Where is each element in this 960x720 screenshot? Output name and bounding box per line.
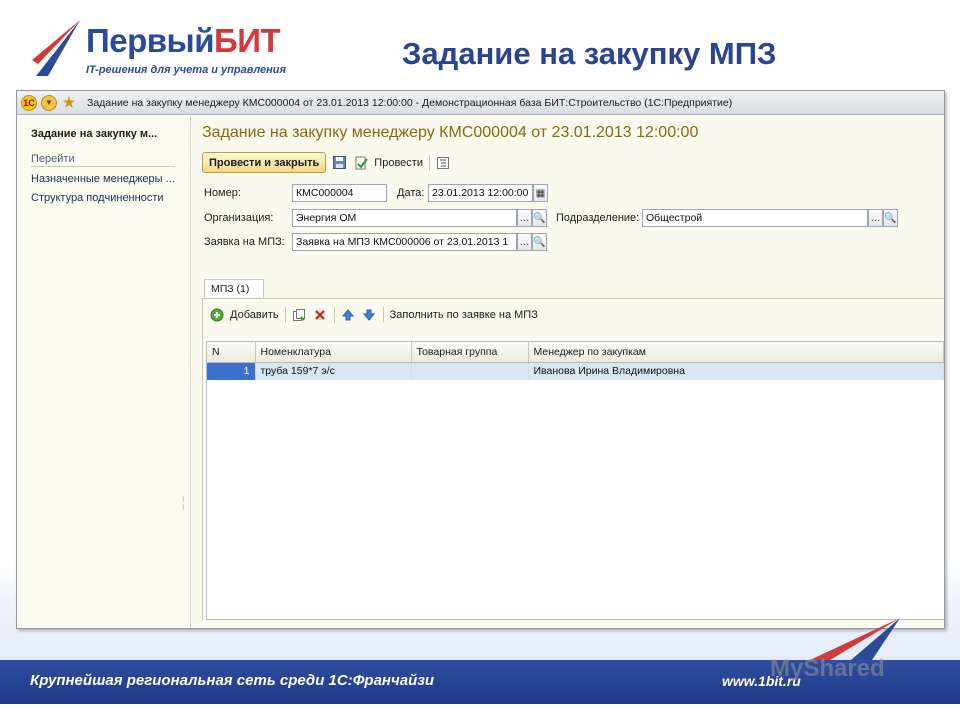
date-field[interactable]: 23.01.2013 12:00:00	[428, 184, 533, 202]
toolbar-separator	[382, 307, 384, 323]
request-label: Заявка на МПЗ:	[204, 236, 285, 248]
window-title: Задание на закупку менеджеру КМС000004 о…	[87, 96, 733, 109]
delete-icon[interactable]	[313, 308, 328, 323]
save-icon[interactable]	[332, 155, 347, 170]
panel-splitter-handle[interactable]: ⁝ ⁝	[182, 496, 185, 512]
dropdown-menu-icon[interactable]: ▼	[41, 94, 57, 111]
request-search-icon[interactable]: 🔍	[532, 233, 547, 251]
tab-mpz[interactable]: МПЗ (1)	[204, 279, 264, 298]
organization-search-icon[interactable]: 🔍	[532, 209, 547, 227]
organization-label: Организация:	[204, 212, 274, 224]
sail-logo-icon	[32, 20, 80, 76]
department-select-icon[interactable]: …	[868, 209, 883, 227]
footer-tagline: Крупнейшая региональная сеть среди 1С:Фр…	[30, 672, 435, 689]
organization-select-icon[interactable]: …	[517, 209, 532, 227]
add-button[interactable]: Добавить	[230, 309, 279, 321]
column-header-number[interactable]: N	[207, 342, 256, 363]
post-and-close-button[interactable]: Провести и закрыть	[202, 152, 327, 173]
table-header: N Номенклатура Товарная группа Менеджер …	[207, 342, 944, 363]
slide-title: Задание на закупку МПЗ	[402, 36, 777, 71]
number-label: Номер:	[204, 187, 241, 199]
request-field[interactable]: Заявка на МПЗ КМС000006 от 23.01.2013 1	[292, 233, 517, 251]
logo-tagline: IT-решения для учета и управления	[86, 64, 286, 76]
column-header-nomenclature[interactable]: Номенклатура	[255, 342, 412, 363]
navigation-panel: Задание на закупку м... Перейти Назначен…	[17, 116, 191, 628]
add-icon[interactable]	[209, 308, 224, 323]
document-form: Задание на закупку менеджеру КМС000004 о…	[192, 116, 944, 628]
column-header-product-group[interactable]: Товарная группа	[411, 342, 529, 363]
cell-nomenclature[interactable]: труба 159*7 э/с	[255, 362, 412, 380]
move-down-icon[interactable]	[362, 308, 377, 323]
nav-current-item[interactable]: Задание на закупку м...	[31, 128, 157, 140]
form-title: Задание на закупку менеджеру КМС000004 о…	[202, 124, 699, 141]
date-label: Дата:	[397, 187, 425, 199]
nav-section-goto: Перейти	[31, 153, 175, 167]
post-button[interactable]: Провести	[374, 157, 423, 169]
cell-purchase-manager[interactable]: Иванова Ирина Владимировна	[528, 362, 944, 380]
department-field[interactable]: Общестрой	[642, 209, 868, 227]
toolbar-separator	[333, 307, 335, 323]
number-field[interactable]: КМС000004	[292, 184, 387, 202]
logo-wordmark: ПервыйБИТ	[86, 22, 281, 59]
calendar-icon[interactable]: ▦	[533, 184, 548, 202]
organization-field[interactable]: Энергия ОМ	[292, 209, 517, 227]
department-search-icon[interactable]: 🔍	[883, 209, 898, 227]
toolbar-separator	[428, 154, 430, 171]
department-label: Подразделение:	[556, 212, 640, 224]
fill-by-request-button[interactable]: Заполнить по заявке на МПЗ	[390, 309, 538, 321]
cell-product-group[interactable]	[411, 362, 529, 380]
move-up-icon[interactable]	[341, 308, 356, 323]
items-table: N Номенклатура Товарная группа Менеджер …	[206, 341, 944, 620]
window-titlebar: 1С ▼ ★ Задание на закупку менеджеру КМС0…	[17, 91, 944, 115]
nav-link-subordination[interactable]: Структура подчиненности	[31, 192, 164, 204]
request-select-icon[interactable]: …	[517, 233, 532, 251]
row-number[interactable]: 1	[207, 362, 256, 380]
copy-row-icon[interactable]	[292, 308, 307, 323]
watermark: MyShared	[770, 655, 885, 682]
table-toolbar: Добавить Заполнить по заявке на МПЗ	[209, 307, 538, 323]
table-row[interactable]: 1 труба 159*7 э/с Иванова Ирина Владимир…	[207, 362, 944, 380]
toolbar-separator	[284, 307, 286, 323]
1c-logo-icon[interactable]: 1С	[21, 94, 37, 111]
post-document-icon[interactable]	[353, 155, 368, 170]
structure-report-icon[interactable]	[436, 155, 451, 170]
app-window: 1С ▼ ★ Задание на закупку менеджеру КМС0…	[16, 90, 945, 629]
brand-logo: ПервыйБИТ IT-решения для учета и управле…	[28, 18, 288, 80]
form-toolbar: Провести и закрыть Провести	[202, 152, 451, 173]
column-header-purchase-manager[interactable]: Менеджер по закупкам	[528, 342, 944, 363]
nav-link-assigned-managers[interactable]: Назначенные менеджеры ...	[31, 173, 175, 185]
favorite-star-icon[interactable]: ★	[61, 94, 77, 111]
